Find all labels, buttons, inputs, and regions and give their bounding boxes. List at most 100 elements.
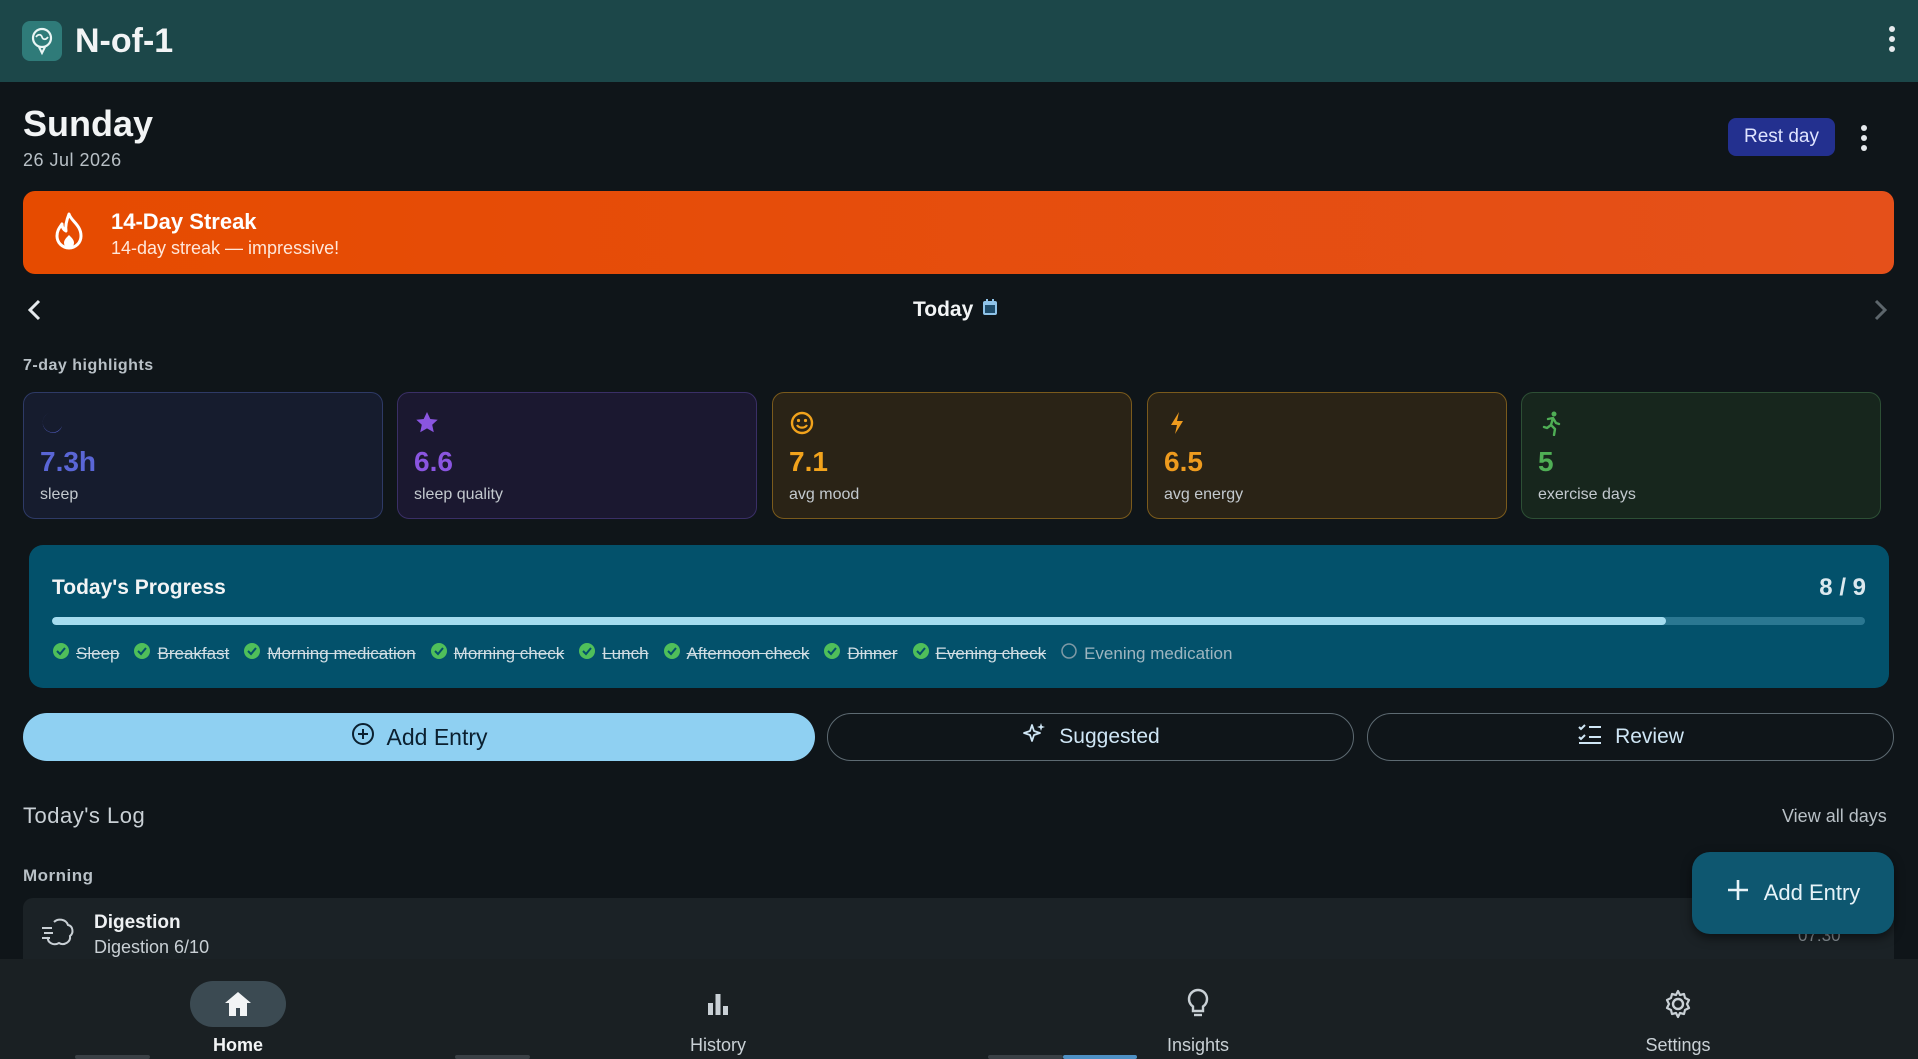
check-circle-icon: [823, 642, 841, 665]
gear-icon: [1630, 981, 1726, 1027]
highlight-value: 7.1: [789, 446, 828, 477]
system-indicator: [455, 1055, 530, 1059]
suggested-label: Suggested: [1059, 725, 1160, 748]
highlight-card[interactable]: 7.1 avg mood: [772, 392, 1132, 519]
checklist-item: Sleep: [52, 642, 119, 665]
nav-tab-home[interactable]: Home: [118, 959, 358, 1059]
star-icon: [414, 410, 440, 441]
moon-icon: [40, 410, 66, 441]
check-circle-icon: [912, 642, 930, 665]
add-circle-icon: [351, 722, 375, 752]
highlight-card[interactable]: 7.3h sleep: [23, 392, 383, 519]
checklist-item-label: Breakfast: [157, 643, 230, 663]
check-circle-icon: [52, 642, 70, 665]
flame-icon: [51, 211, 87, 258]
checklist-item-label: Evening medication: [1084, 643, 1233, 663]
fab-label: Add Entry: [1763, 880, 1861, 905]
highlight-value: 7.3h: [40, 446, 97, 477]
progress-count: 8 / 9: [1819, 574, 1866, 601]
highlight-value: 6.6: [414, 446, 453, 477]
highlight-card[interactable]: 6.5 avg energy: [1147, 392, 1507, 519]
checklist-item: Afternoon check: [663, 642, 810, 665]
review-label: Review: [1615, 725, 1684, 748]
previous-day-icon[interactable]: [25, 298, 45, 327]
checklist-item-label: Morning check: [453, 643, 565, 663]
app-logo-icon: [22, 21, 62, 61]
review-button[interactable]: Review: [1367, 713, 1894, 761]
progress-title: Today's Progress: [52, 576, 226, 599]
day-date: 26 Jul 2026: [23, 150, 122, 170]
app-title: N-of-1: [75, 21, 174, 60]
streak-banner: 14-Day Streak 14-day streak — impressive…: [23, 191, 1894, 274]
section-header-morning: Morning: [23, 866, 94, 885]
highlight-label: exercise days: [1538, 486, 1636, 503]
highlight-label: avg mood: [789, 486, 860, 503]
checklist-icon: [1577, 723, 1603, 751]
highlight-label: sleep quality: [414, 486, 503, 503]
empty-circle-icon: [1060, 642, 1078, 665]
suggested-button[interactable]: Suggested: [827, 713, 1354, 761]
nav-tab-settings[interactable]: Settings: [1558, 959, 1798, 1059]
checklist-item-label: Afternoon check: [686, 643, 810, 663]
date-selector[interactable]: Today: [913, 298, 998, 322]
day-options-icon[interactable]: [1861, 125, 1867, 151]
highlight-value: 6.5: [1164, 446, 1203, 477]
highlight-label: avg energy: [1164, 486, 1244, 503]
day-title: Sunday: [23, 103, 154, 144]
view-all-days-link[interactable]: View all days: [1782, 806, 1887, 827]
bolt-icon: [1164, 410, 1190, 441]
nav-label-home: Home: [212, 1035, 263, 1055]
sparkle-icon: [1021, 721, 1047, 753]
nav-tab-insights[interactable]: Insights: [1078, 959, 1318, 1059]
more-options-icon[interactable]: [1888, 26, 1896, 52]
progress-bar-fill: [52, 617, 1666, 625]
progress-card: Today's Progress 8 / 9 Sleep Breakfast Mor…: [29, 545, 1889, 688]
check-circle-icon: [663, 642, 681, 665]
checklist-item: Breakfast: [133, 642, 229, 665]
checklist-item: Evening medication: [1060, 642, 1232, 665]
checklist-item: Morning check: [430, 642, 565, 665]
checklist-item-label: Lunch: [602, 643, 649, 663]
log-entry[interactable]: Digestion Digestion 6/10 07:30: [23, 898, 1894, 960]
checklist-item-label: Evening check: [935, 643, 1047, 663]
log-entry-detail: Digestion 6/10: [94, 937, 210, 957]
bar-chart-icon: [670, 981, 766, 1027]
system-indicator-active: [1063, 1055, 1137, 1059]
log-title: Today's Log: [23, 803, 146, 828]
checklist-item-label: Morning medication: [267, 643, 416, 663]
system-indicator: [988, 1055, 1063, 1059]
highlight-label: sleep: [40, 486, 79, 503]
smile-icon: [789, 410, 815, 441]
checklist-item: Evening check: [912, 642, 1047, 665]
add-entry-fab[interactable]: Add Entry: [1692, 852, 1894, 934]
add-entry-label: Add Entry: [386, 723, 488, 750]
checklist: Sleep Breakfast Morning medication Morning …: [52, 642, 1232, 665]
checklist-item-label: Dinner: [847, 643, 898, 663]
highlight-value: 5: [1538, 446, 1554, 477]
nav-label-insights: Insights: [1166, 1035, 1230, 1055]
rest-day-button[interactable]: Rest day: [1728, 118, 1835, 156]
streak-subtitle: 14-day streak — impressive!: [111, 238, 340, 258]
digestion-icon: [40, 916, 76, 955]
nav-tab-history[interactable]: History: [598, 959, 838, 1059]
progress-bar: [52, 617, 1865, 625]
highlight-card[interactable]: 5 exercise days: [1521, 392, 1881, 519]
app-bar: N-of-1: [0, 0, 1918, 82]
nav-label-history: History: [689, 1035, 746, 1055]
calendar-icon: [982, 298, 998, 322]
next-day-icon[interactable]: [1870, 298, 1890, 327]
checklist-item: Morning medication: [243, 642, 416, 665]
checklist-item: Lunch: [578, 642, 649, 665]
bottom-navigation: Home History Insights Settings: [0, 959, 1918, 1059]
highlight-card[interactable]: 6.6 sleep quality: [397, 392, 757, 519]
lightbulb-icon: [1150, 981, 1246, 1027]
checklist-item-label: Sleep: [76, 643, 120, 663]
running-icon: [1538, 410, 1564, 441]
checklist-item: Dinner: [823, 642, 898, 665]
check-circle-icon: [578, 642, 596, 665]
date-label: Today: [913, 298, 974, 321]
log-entry-name: Digestion: [94, 912, 181, 933]
add-entry-button[interactable]: Add Entry: [23, 713, 815, 761]
check-circle-icon: [133, 642, 151, 665]
home-icon: [190, 981, 286, 1027]
